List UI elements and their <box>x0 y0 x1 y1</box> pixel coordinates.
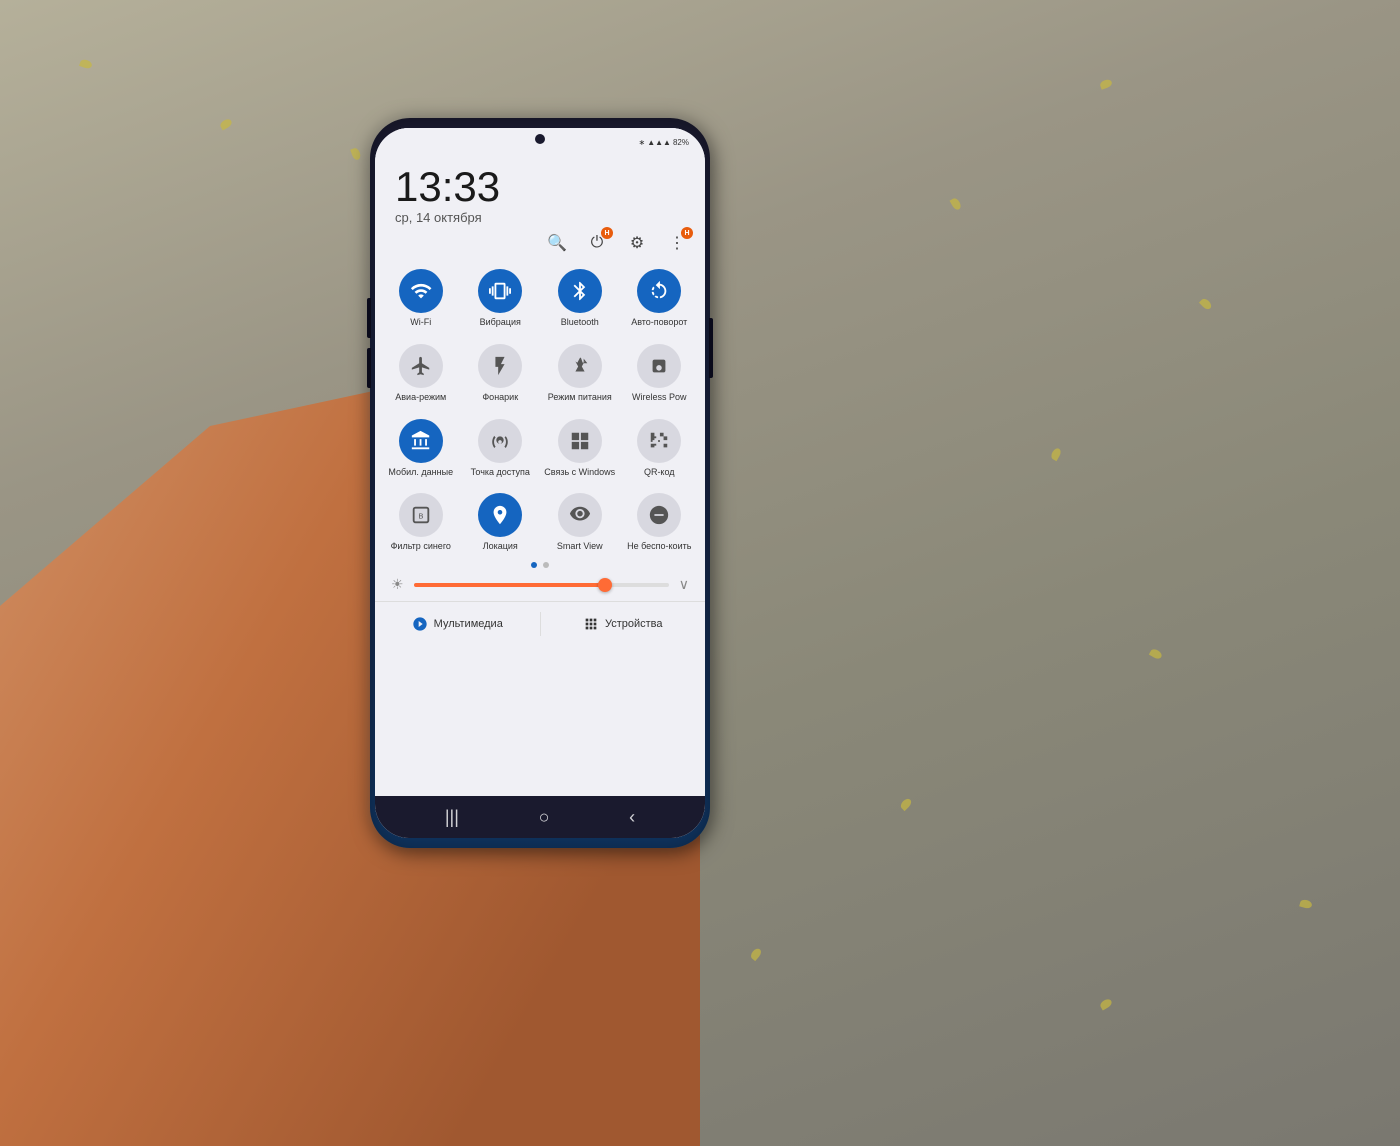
panel-divider <box>375 601 705 602</box>
qs-wifi[interactable]: Wi-Fi <box>383 263 459 334</box>
flashlight-icon-circle <box>478 344 522 388</box>
dnd-icon-circle <box>637 493 681 537</box>
vibration-icon-circle <box>478 269 522 313</box>
brightness-slider[interactable] <box>414 583 669 587</box>
signal-icon: ▲▲▲ <box>647 138 671 147</box>
bluetooth-label: Bluetooth <box>561 317 599 328</box>
qs-row-3: Мобил. данные Точка доступа Связь с Wind… <box>375 413 705 484</box>
bluetooth-icon-circle <box>558 269 602 313</box>
back-button[interactable]: ‹ <box>629 807 635 828</box>
smart-view-label: Smart View <box>557 541 603 552</box>
flashlight-label: Фонарик <box>482 392 518 403</box>
clock-date: ср, 14 октября <box>395 210 685 225</box>
brightness-row[interactable]: ☀ ∨ <box>375 572 705 597</box>
bluetooth-status-icon: ∗ <box>639 138 646 147</box>
qs-power-mode[interactable]: Режим питания <box>542 338 618 409</box>
wifi-icon-circle <box>399 269 443 313</box>
qs-mobile-data[interactable]: Мобил. данные <box>383 413 459 484</box>
home-button[interactable]: ○ <box>539 807 550 828</box>
qs-qr[interactable]: QR-код <box>622 413 698 484</box>
dot-1 <box>531 562 537 568</box>
media-button[interactable]: Мультимедиа <box>375 612 540 636</box>
recent-apps-button[interactable]: ||| <box>445 807 459 828</box>
qs-flashlight[interactable]: Фонарик <box>463 338 539 409</box>
qs-toolbar: 🔍 ⏻ H ⚙ ⋮ H <box>375 231 705 255</box>
qs-row-4: B Фильтр синего Локация <box>375 487 705 558</box>
link-windows-label: Связь с Windows <box>544 467 615 478</box>
qs-autorotate[interactable]: Авто-поворот <box>622 263 698 334</box>
blue-filter-icon-circle: B <box>399 493 443 537</box>
svg-text:B: B <box>418 512 423 521</box>
media-label: Мультимедиа <box>434 618 503 630</box>
power-menu-button[interactable]: ⏻ H <box>585 231 609 255</box>
brightness-expand-icon[interactable]: ∨ <box>679 576 689 593</box>
qs-airplane[interactable]: Авиа-режим <box>383 338 459 409</box>
devices-label: Устройства <box>605 618 663 630</box>
more-badge: H <box>681 227 693 239</box>
devices-grid-icon <box>583 616 599 632</box>
mobile-data-icon-circle <box>399 419 443 463</box>
search-button[interactable]: 🔍 <box>545 231 569 255</box>
wifi-label: Wi-Fi <box>410 317 431 328</box>
brightness-thumb[interactable] <box>598 578 612 592</box>
qs-location[interactable]: Локация <box>463 487 539 558</box>
more-button[interactable]: ⋮ H <box>665 231 689 255</box>
settings-button[interactable]: ⚙ <box>625 231 649 255</box>
dnd-label: Не беспо-коить <box>627 541 691 552</box>
airplane-label: Авиа-режим <box>395 392 446 403</box>
page-indicator <box>375 562 705 568</box>
location-label: Локация <box>483 541 518 552</box>
qs-vibration[interactable]: Вибрация <box>463 263 539 334</box>
power-mode-label: Режим питания <box>548 392 612 403</box>
mobile-data-label: Мобил. данные <box>388 467 453 478</box>
qs-blue-filter[interactable]: B Фильтр синего <box>383 487 459 558</box>
dot-2 <box>543 562 549 568</box>
qs-bluetooth[interactable]: Bluetooth <box>542 263 618 334</box>
power-mode-icon-circle <box>558 344 602 388</box>
clock-section: 13:33 ср, 14 октября <box>375 156 705 231</box>
volume-up-button[interactable] <box>367 298 371 338</box>
qs-wireless-pow[interactable]: Wireless Pow <box>622 338 698 409</box>
status-icons: ∗ ▲▲▲ 82% <box>639 138 689 147</box>
smart-view-icon-circle <box>558 493 602 537</box>
power-button[interactable] <box>709 318 713 378</box>
link-windows-icon-circle <box>558 419 602 463</box>
brightness-icon: ☀ <box>391 576 404 593</box>
phone-screen: ∗ ▲▲▲ 82% 13:33 ср, 14 октября 🔍 ⏻ H ⚙ ⋮… <box>375 128 705 838</box>
blue-filter-label: Фильтр синего <box>391 541 451 552</box>
qs-smart-view[interactable]: Smart View <box>542 487 618 558</box>
devices-button[interactable]: Устройства <box>541 612 706 636</box>
clock-time: 13:33 <box>395 166 685 208</box>
airplane-icon-circle <box>399 344 443 388</box>
notification-panel: ∗ ▲▲▲ 82% 13:33 ср, 14 октября 🔍 ⏻ H ⚙ ⋮… <box>375 128 705 838</box>
qr-icon-circle <box>637 419 681 463</box>
qs-link-windows[interactable]: Связь с Windows <box>542 413 618 484</box>
autorotate-label: Авто-поворот <box>631 317 687 328</box>
wireless-pow-icon-circle <box>637 344 681 388</box>
camera-cutout <box>535 134 545 144</box>
media-devices-row: Мультимедиа Устройства <box>375 606 705 642</box>
wireless-pow-label: Wireless Pow <box>632 392 687 403</box>
hotspot-icon-circle <box>478 419 522 463</box>
power-badge: H <box>601 227 613 239</box>
autorotate-icon-circle <box>637 269 681 313</box>
qs-row-1: Wi-Fi Вибрация Bluetooth <box>375 263 705 334</box>
volume-down-button[interactable] <box>367 348 371 388</box>
qr-label: QR-код <box>644 467 675 478</box>
media-play-icon <box>412 616 428 632</box>
qs-row-2: Авиа-режим Фонарик Режим питания <box>375 338 705 409</box>
battery-icon: 82% <box>673 138 689 147</box>
nav-bar: ||| ○ ‹ <box>375 796 705 838</box>
hotspot-label: Точка доступа <box>471 467 530 478</box>
vibration-label: Вибрация <box>480 317 521 328</box>
qs-dnd[interactable]: Не беспо-коить <box>622 487 698 558</box>
location-icon-circle <box>478 493 522 537</box>
qs-hotspot[interactable]: Точка доступа <box>463 413 539 484</box>
